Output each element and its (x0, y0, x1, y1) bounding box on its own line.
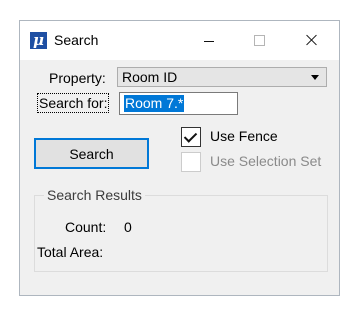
search-for-label: Search for: (37, 93, 110, 113)
chevron-down-icon (311, 75, 319, 80)
total-area-label: Total Area: (37, 244, 104, 260)
use-fence-checkbox[interactable] (181, 127, 201, 147)
property-dropdown-value: Room ID (122, 69, 178, 85)
search-button[interactable]: Search (34, 138, 149, 169)
minimize-icon (204, 40, 214, 42)
search-dialog: μ Search Property: Room ID Search for: R… (19, 20, 340, 296)
count-label: Count: (65, 219, 107, 235)
checkmark-icon (183, 129, 198, 143)
close-icon (306, 34, 318, 46)
title-bar[interactable]: μ Search (20, 21, 339, 60)
app-icon: μ (30, 32, 47, 49)
search-results-title: Search Results (44, 187, 145, 203)
window-title: Search (54, 32, 99, 48)
property-dropdown[interactable]: Room ID (117, 67, 327, 87)
search-for-input-value: Room 7.* (124, 95, 185, 112)
maximize-button[interactable] (237, 21, 281, 59)
property-label: Property: (49, 70, 106, 86)
use-fence-label[interactable]: Use Fence (210, 128, 278, 144)
search-for-input[interactable]: Room 7.* (119, 92, 238, 115)
close-button[interactable] (290, 21, 334, 59)
use-selection-set-label: Use Selection Set (210, 153, 322, 169)
minimize-button[interactable] (187, 21, 231, 59)
maximize-icon (253, 34, 265, 46)
count-value: 0 (124, 219, 132, 235)
use-selection-set-checkbox (181, 152, 201, 172)
